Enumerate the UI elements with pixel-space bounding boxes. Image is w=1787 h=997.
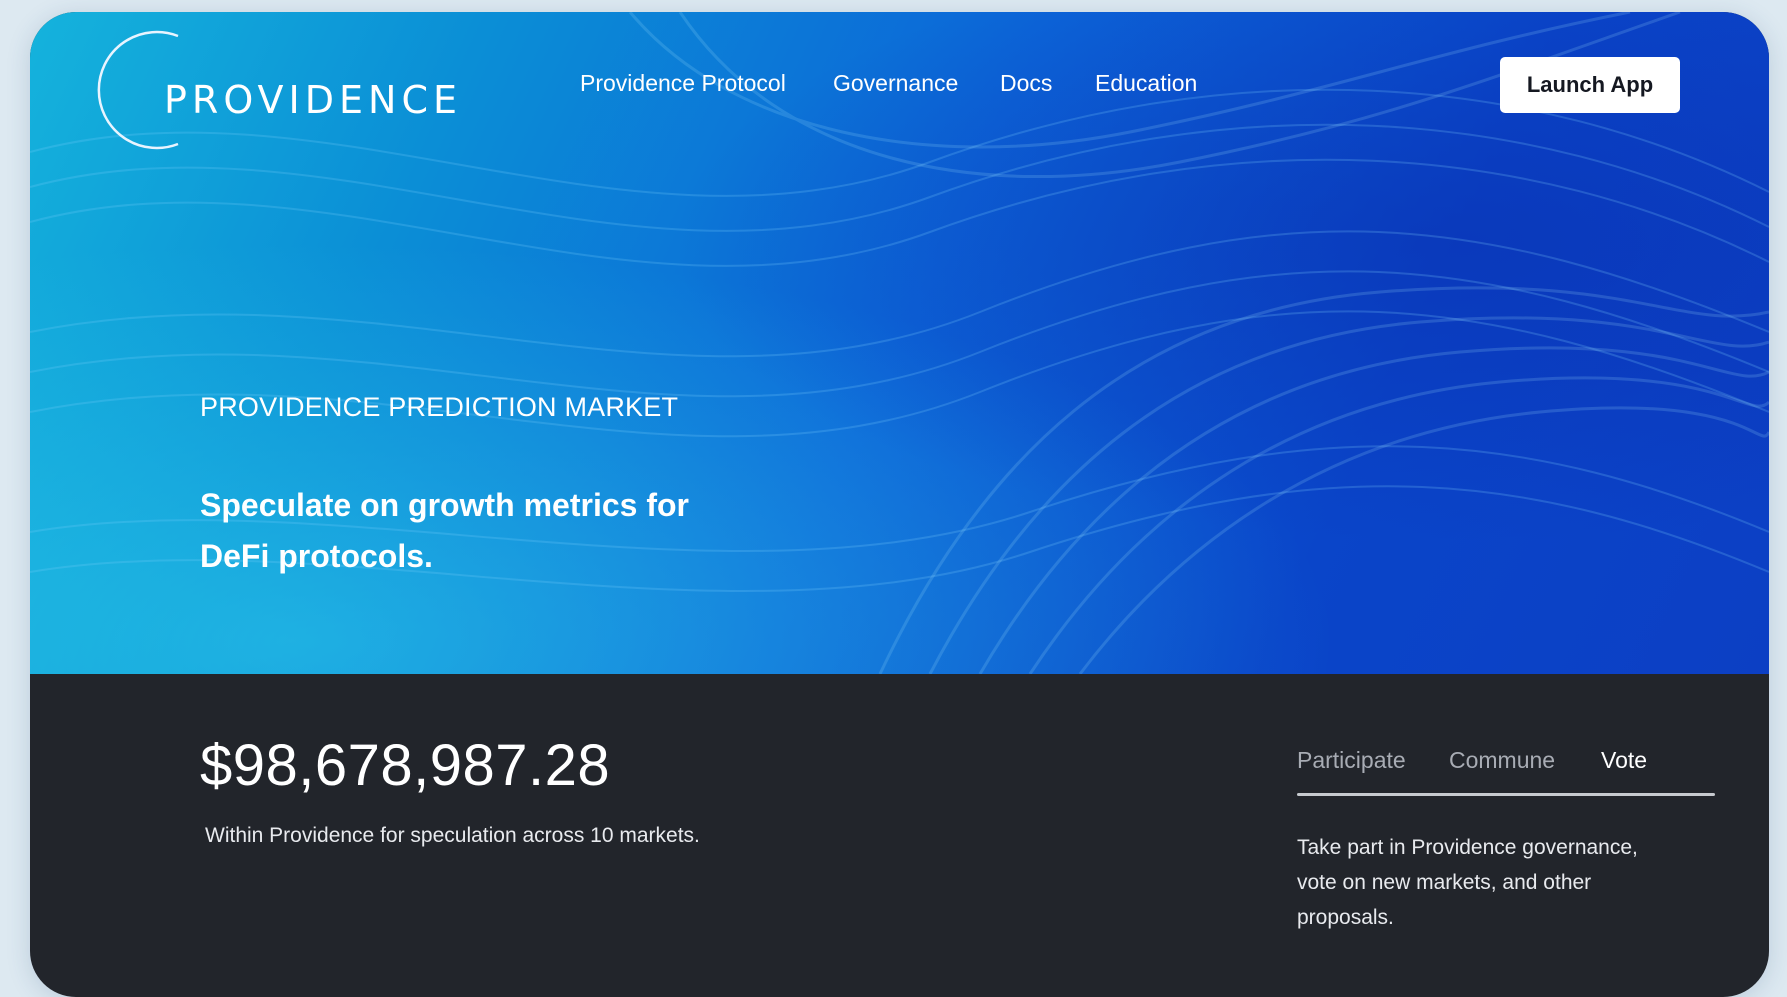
nav-governance[interactable]: Governance [833, 70, 958, 97]
stat-caption: Within Providence for speculation across… [205, 824, 700, 847]
nav-docs[interactable]: Docs [1000, 70, 1052, 97]
hero-section: PROVIDENCE Providence Protocol Governanc… [30, 12, 1769, 674]
total-value-locked: $98,678,987.28 [200, 733, 611, 798]
tab-description: Take part in Providence governance, vote… [1297, 836, 1638, 929]
tab-participate[interactable]: Participate [1297, 747, 1406, 774]
tab-underline [1297, 793, 1715, 796]
info-tabs: Participate Commune Vote [1297, 747, 1715, 797]
brand-name: PROVIDENCE [164, 78, 463, 122]
page-frame: PROVIDENCE Providence Protocol Governanc… [30, 12, 1769, 997]
hero-eyebrow: PROVIDENCE PREDICTION MARKET [200, 392, 679, 422]
tab-commune[interactable]: Commune [1449, 747, 1555, 774]
nav-providence-protocol[interactable]: Providence Protocol [580, 70, 786, 97]
hero-headline: Speculate on growth metrics for DeFi pro… [200, 487, 689, 574]
providence-logo[interactable]: PROVIDENCE [90, 28, 457, 150]
nav-education[interactable]: Education [1095, 70, 1197, 97]
launch-app-button[interactable]: Launch App [1500, 57, 1680, 113]
tab-vote[interactable]: Vote [1601, 747, 1647, 774]
